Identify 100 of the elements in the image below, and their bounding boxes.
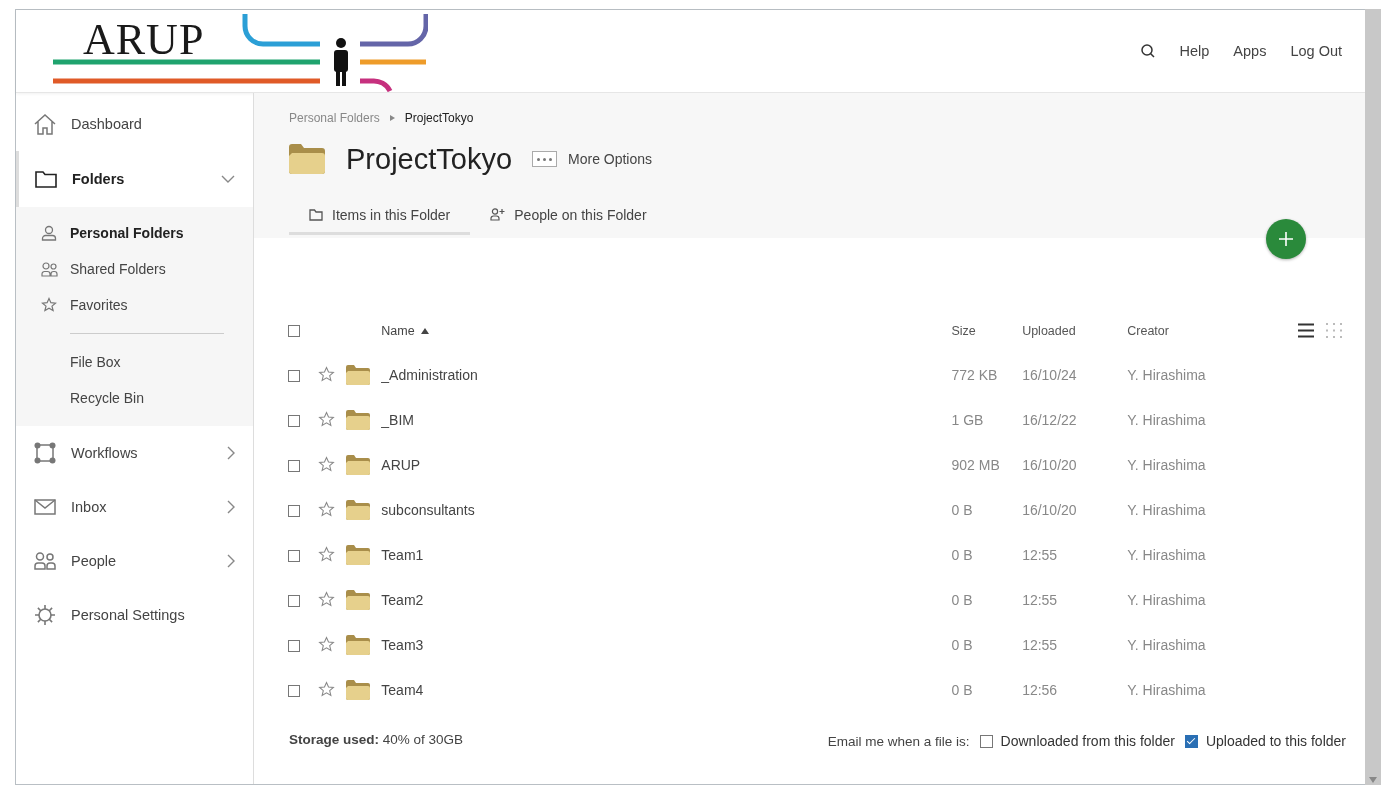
people-icon: [40, 261, 58, 277]
more-options-icon[interactable]: [532, 151, 557, 167]
file-size: 1 GB: [951, 411, 984, 428]
creator-name: Y. Hirashima: [1127, 636, 1206, 653]
person-icon: [41, 225, 57, 241]
folder-name[interactable]: Team3: [381, 636, 424, 653]
checkbox[interactable]: [288, 594, 300, 607]
email-notification-label: Email me when a file is:: [827, 733, 970, 749]
file-size: 0 B: [951, 546, 973, 563]
sidebar-item[interactable]: Dashboard: [16, 97, 253, 151]
storage-used-text: Storage used: 40% of 30GB: [289, 731, 464, 747]
folder-name[interactable]: ARUP: [381, 456, 421, 473]
folder-icon: [345, 364, 370, 385]
folder-name[interactable]: _Administration: [381, 366, 478, 383]
chevron-icon[interactable]: [227, 554, 235, 568]
checkbox[interactable]: [1184, 734, 1198, 748]
creator-name: Y. Hirashima: [1127, 681, 1206, 698]
sidebar-item[interactable]: Workflows: [16, 426, 253, 480]
chevron-icon[interactable]: [221, 175, 235, 183]
creator-name: Y. Hirashima: [1127, 366, 1206, 383]
add-button[interactable]: [1266, 219, 1306, 259]
file-size: 0 B: [951, 591, 973, 608]
checkbox[interactable]: [288, 369, 300, 382]
upload-date: 16/12/22: [1022, 411, 1077, 428]
header-link[interactable]: Log Out: [1290, 43, 1342, 59]
tab[interactable]: Items in this Folder: [289, 197, 471, 235]
column-header[interactable]: Creator: [1127, 323, 1169, 338]
envelope-icon: [34, 499, 56, 515]
logo-text: ARUP: [83, 16, 205, 64]
folder-name[interactable]: Team1: [381, 546, 424, 563]
sidebar-subitem[interactable]: Recycle Bin: [16, 380, 253, 416]
header-link[interactable]: Help: [1179, 43, 1210, 59]
folder-name[interactable]: Team4: [381, 681, 424, 698]
sidebar-item[interactable]: Inbox: [16, 480, 253, 534]
upload-date: 12:55: [1022, 546, 1058, 563]
upload-date: 12:56: [1022, 681, 1058, 698]
email-option-label[interactable]: Downloaded from this folder: [1000, 733, 1175, 749]
workflow-icon: [34, 442, 56, 464]
file-size: 902 MB: [951, 456, 1000, 473]
email-option-label[interactable]: Uploaded to this folder: [1205, 733, 1346, 749]
star-icon[interactable]: [317, 681, 335, 699]
settings-icon: [34, 604, 56, 626]
breadcrumb-current[interactable]: ProjectTokyo: [404, 111, 474, 125]
column-header[interactable]: Size: [951, 323, 976, 338]
star-icon[interactable]: [317, 366, 335, 384]
chevron-icon[interactable]: [227, 500, 235, 514]
star-icon[interactable]: [317, 591, 335, 609]
star-icon[interactable]: [317, 501, 335, 519]
sidebar-subitem[interactable]: Shared Folders: [16, 251, 253, 287]
checkbox[interactable]: [288, 684, 300, 697]
sidebar-subitem[interactable]: Personal Folders: [16, 215, 253, 251]
star-icon[interactable]: [317, 456, 335, 474]
file-size: 772 KB: [951, 366, 998, 383]
folder-icon: [345, 679, 370, 700]
folder-icon: [309, 208, 323, 221]
tab[interactable]: People on this Folder: [470, 197, 667, 235]
file-size: 0 B: [951, 636, 973, 653]
checkbox[interactable]: [979, 734, 993, 748]
people-icon: [34, 552, 56, 570]
upload-date: 16/10/20: [1022, 456, 1077, 473]
plus-icon: [1279, 232, 1293, 246]
checkbox[interactable]: [288, 639, 300, 652]
list-view-icon[interactable]: [1298, 323, 1314, 339]
sidebar-subitem[interactable]: File Box: [16, 344, 253, 380]
checkbox[interactable]: [288, 459, 300, 472]
folder-icon: [345, 634, 370, 655]
checkbox[interactable]: [288, 325, 300, 338]
grid-view-icon[interactable]: [1326, 323, 1342, 339]
upload-date: 16/10/24: [1022, 366, 1077, 383]
folder-icon: [289, 144, 325, 174]
star-icon[interactable]: [317, 636, 335, 654]
house-icon: [33, 113, 57, 135]
checkbox[interactable]: [288, 414, 300, 427]
search-icon[interactable]: [1139, 43, 1156, 59]
checkbox[interactable]: [288, 549, 300, 562]
header-link[interactable]: Apps: [1233, 43, 1267, 59]
folder-name[interactable]: Team2: [381, 591, 424, 608]
checkbox[interactable]: [288, 504, 300, 517]
folder-name[interactable]: subconsultants: [381, 501, 475, 518]
folder-icon: [35, 170, 57, 188]
creator-name: Y. Hirashima: [1127, 501, 1206, 518]
more-options-link[interactable]: More Options: [568, 151, 653, 167]
add-person-icon: [490, 208, 506, 221]
scroll-down-arrow-icon[interactable]: [1369, 777, 1377, 783]
sidebar-subitem[interactable]: Favorites: [16, 287, 253, 323]
creator-name: Y. Hirashima: [1127, 591, 1206, 608]
column-header[interactable]: Name: [381, 323, 415, 338]
folder-icon: [345, 499, 370, 520]
upload-date: 16/10/20: [1022, 501, 1077, 518]
sidebar-item[interactable]: Personal Settings: [16, 588, 253, 642]
breadcrumb-separator-icon: [389, 115, 395, 121]
folder-name[interactable]: _BIM: [381, 411, 414, 428]
star-icon[interactable]: [317, 546, 335, 564]
file-size: 0 B: [951, 681, 973, 698]
sidebar-item[interactable]: People: [16, 534, 253, 588]
chevron-icon[interactable]: [227, 446, 235, 460]
upload-date: 12:55: [1022, 636, 1058, 653]
column-header[interactable]: Uploaded: [1022, 323, 1076, 338]
star-icon[interactable]: [317, 411, 335, 429]
star-icon: [41, 297, 57, 313]
